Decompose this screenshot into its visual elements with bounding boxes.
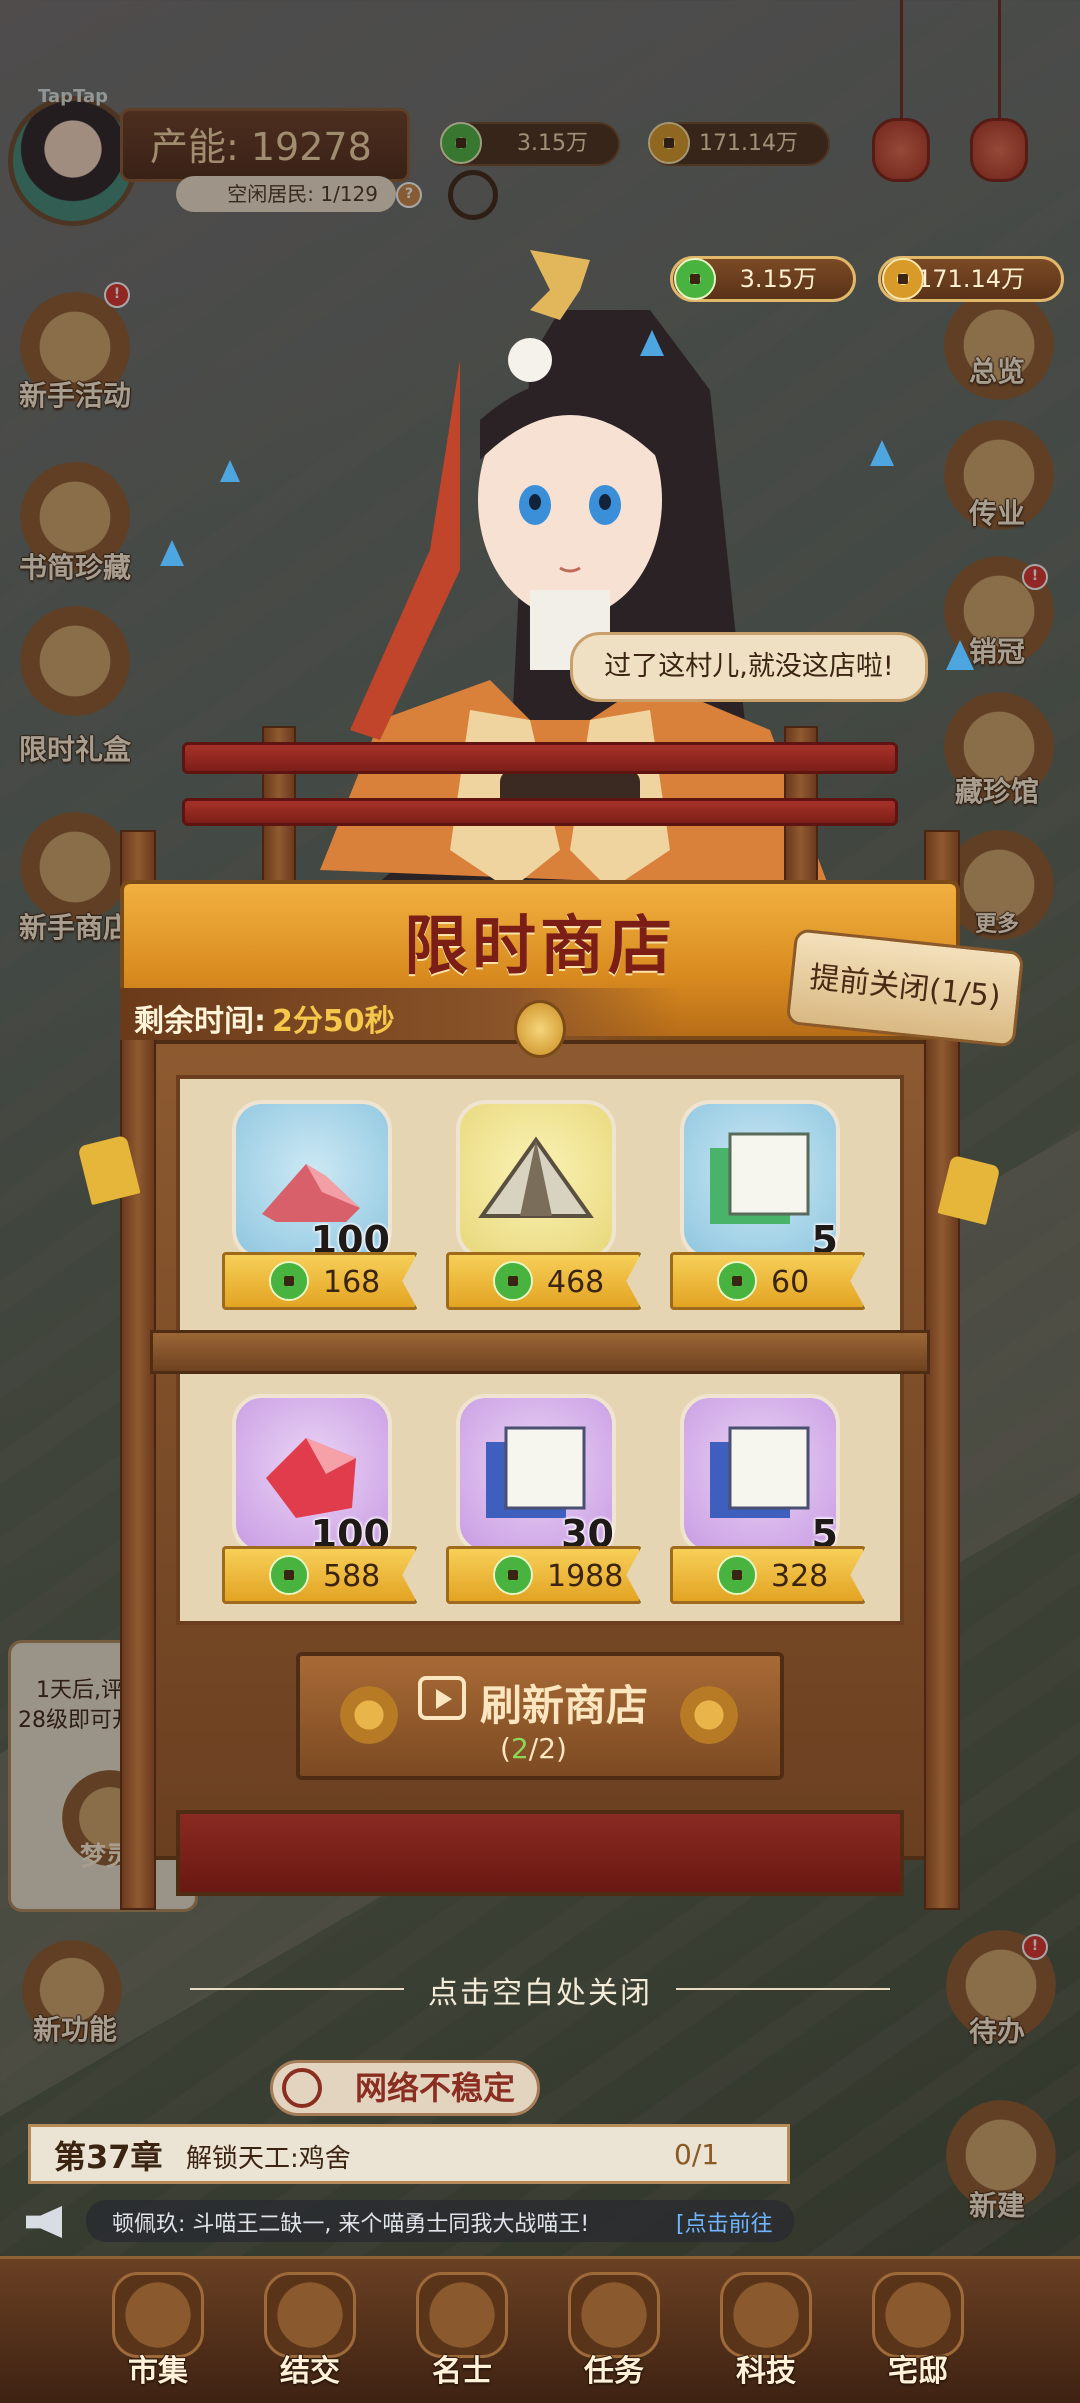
video-icon	[418, 1676, 466, 1720]
buy-button[interactable]: 168	[222, 1252, 418, 1310]
shop-item[interactable]: 30 1988	[446, 1394, 642, 1604]
shop-base	[176, 1810, 904, 1896]
shop-item[interactable]: 100 588	[222, 1394, 418, 1604]
crystal-shard	[220, 460, 240, 482]
tap-to-close-hint: 点击空白处关闭	[428, 1976, 652, 2011]
shop-item[interactable]: 100 168	[222, 1100, 418, 1310]
nav-label: 市集	[128, 2354, 188, 2389]
jade-coin-icon	[493, 1555, 533, 1595]
shopkeeper-character	[320, 250, 830, 890]
nav-label: 宅邸	[888, 2354, 948, 2389]
item-price: 588	[323, 1559, 381, 1594]
item-price: 468	[547, 1265, 605, 1300]
chapter-progress: 0/1	[674, 2138, 720, 2171]
buy-button[interactable]: 1988	[446, 1546, 642, 1604]
lock-icon	[514, 1000, 566, 1058]
broadcast-link[interactable]: [点击前往	[676, 2206, 773, 2238]
door-knob-icon	[680, 1686, 738, 1744]
timer-value: 2分50秒	[272, 1004, 395, 1039]
item-price: 328	[771, 1559, 829, 1594]
tent-icon	[478, 1136, 594, 1218]
jade-coin-icon	[717, 1555, 757, 1595]
nav-friends[interactable]: 结交	[260, 2272, 360, 2390]
gold-coin-icon	[882, 258, 924, 300]
chapter-number: 第37章	[54, 2138, 163, 2176]
refresh-count-open: (	[500, 1732, 511, 1765]
refresh-shop-label: 刷新商店	[480, 1681, 649, 1730]
buy-button[interactable]: 60	[670, 1252, 866, 1310]
nav-tech[interactable]: 科技	[716, 2272, 816, 2390]
item-tile	[456, 1100, 616, 1260]
refresh-count-current: 2	[510, 1732, 529, 1765]
refresh-count-rest: /2)	[528, 1732, 567, 1765]
shelf-divider	[150, 1330, 930, 1374]
item-price: 1988	[547, 1559, 624, 1594]
jade-coin-icon	[269, 1261, 309, 1301]
crystal-shard	[640, 330, 664, 356]
jade-coin-icon	[493, 1261, 533, 1301]
speech-bubble: 过了这村儿,就没这店啦!	[570, 632, 928, 702]
buy-button[interactable]: 588	[222, 1546, 418, 1604]
crystal-shard	[870, 440, 894, 466]
nav-label: 任务	[584, 2354, 644, 2389]
door-knob-icon	[340, 1686, 398, 1744]
warning-icon	[282, 2068, 322, 2108]
nav-label: 科技	[736, 2354, 796, 2389]
timer-label: 剩余时间:	[134, 1004, 266, 1039]
jade-coin-icon	[269, 1555, 309, 1595]
nav-label: 结交	[280, 2354, 340, 2389]
shop-beam-top	[182, 742, 898, 774]
nav-mansion[interactable]: 宅邸	[868, 2272, 968, 2390]
refresh-count: (2/2)	[500, 1732, 567, 1765]
nav-label: 名士	[432, 2354, 492, 2389]
buy-button[interactable]: 328	[670, 1546, 866, 1604]
nav-tasks[interactable]: 任务	[564, 2272, 664, 2390]
nav-market[interactable]: 市集	[108, 2272, 208, 2390]
shop-beam-bottom	[182, 798, 898, 826]
shop-item[interactable]: 468	[446, 1100, 642, 1310]
buy-button[interactable]: 468	[446, 1252, 642, 1310]
crystal-shard	[160, 540, 184, 566]
shop-item[interactable]: 5 60	[670, 1100, 866, 1310]
item-price: 168	[323, 1265, 381, 1300]
jade-coin-icon	[717, 1261, 757, 1301]
nav-scholars[interactable]: 名士	[412, 2272, 512, 2390]
item-price: 60	[771, 1265, 810, 1300]
chapter-task: 解锁天工:鸡舍	[186, 2144, 351, 2174]
broadcast-text: 顿佩玖: 斗喵王二缺一, 来个喵勇士同我大战喵王!	[112, 2212, 590, 2237]
shop-item[interactable]: 5 328	[670, 1394, 866, 1604]
crystal-shard	[946, 640, 974, 670]
